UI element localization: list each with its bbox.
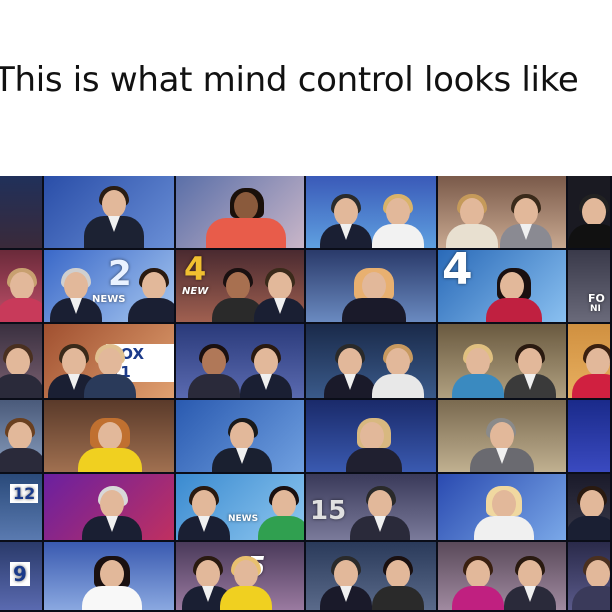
mosaic-tile bbox=[44, 474, 176, 542]
channel-9-logo: 9 bbox=[10, 562, 30, 586]
mosaic-tile bbox=[438, 542, 568, 612]
mosaic-tile bbox=[568, 542, 612, 612]
mosaic-tile bbox=[568, 400, 612, 474]
mosaic-tile bbox=[306, 176, 438, 250]
channel-4-logo-2: 4 bbox=[442, 250, 473, 295]
nbc-news-text: NEWS bbox=[228, 514, 259, 524]
mosaic-tile bbox=[176, 324, 306, 400]
mosaic-tile bbox=[438, 400, 568, 474]
fox-news-partial: NI bbox=[590, 304, 601, 314]
news-anchor-mosaic: 2 NEWS 4 NEW 4 FO NI FOX 11 12 NEWS 15 9 bbox=[0, 176, 612, 612]
mosaic-tile bbox=[0, 324, 44, 400]
channel-4-news-text: NEW bbox=[182, 286, 209, 297]
mosaic-tile: FO NI bbox=[568, 250, 612, 324]
mosaic-tile bbox=[44, 400, 176, 474]
mosaic-tile: 4 NEW bbox=[176, 250, 306, 324]
mosaic-tile bbox=[306, 324, 438, 400]
mosaic-tile bbox=[306, 250, 438, 324]
mosaic-tile bbox=[0, 400, 44, 474]
mosaic-tile bbox=[438, 176, 568, 250]
mosaic-tile bbox=[306, 400, 438, 474]
channel-12-logo: 12 bbox=[10, 484, 39, 503]
channel-15-logo: 15 bbox=[310, 496, 347, 526]
channel-4-logo: 4 bbox=[184, 250, 207, 288]
mosaic-tile: NEWS bbox=[176, 474, 306, 542]
mosaic-tile bbox=[306, 542, 438, 612]
mosaic-tile bbox=[0, 250, 44, 324]
mosaic-tile: 15 bbox=[306, 474, 438, 542]
mosaic-tile bbox=[176, 176, 306, 250]
mosaic-tile bbox=[568, 176, 612, 250]
mosaic-tile: FOX 11 bbox=[44, 324, 176, 400]
mosaic-tile bbox=[44, 176, 176, 250]
mosaic-tile bbox=[44, 542, 176, 612]
mosaic-tile: 4 bbox=[438, 250, 568, 324]
mosaic-tile: 12 bbox=[0, 474, 44, 542]
mosaic-tile: 2 NEWS bbox=[44, 250, 176, 324]
header: This is what mind control looks like bbox=[0, 0, 612, 176]
mosaic-tile bbox=[438, 474, 568, 542]
mosaic-tile: 9 bbox=[0, 542, 44, 612]
mosaic-tile bbox=[176, 400, 306, 474]
mosaic-tile: 5 bbox=[176, 542, 306, 612]
mosaic-tile bbox=[0, 176, 44, 250]
headline: This is what mind control looks like bbox=[0, 60, 579, 100]
mosaic-tile bbox=[568, 474, 612, 542]
mosaic-tile bbox=[438, 324, 568, 400]
mosaic-tile bbox=[568, 324, 612, 400]
